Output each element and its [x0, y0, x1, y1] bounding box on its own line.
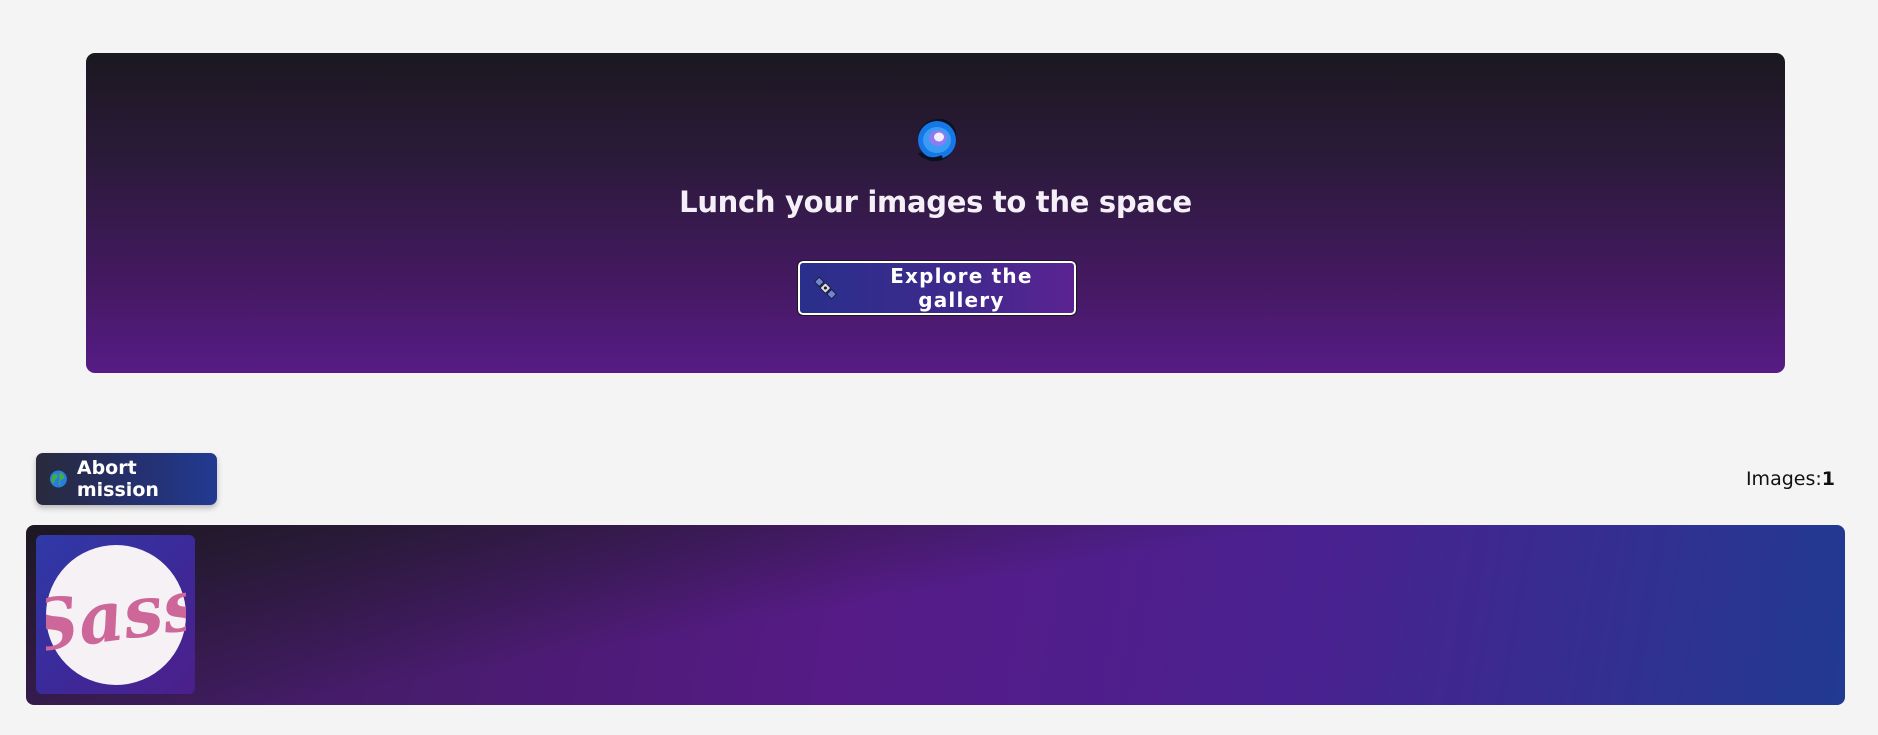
explore-gallery-label: Explore the gallery — [890, 264, 1033, 312]
images-count-value: 1 — [1821, 468, 1835, 490]
abort-mission-label: Abort mission — [76, 457, 159, 501]
image-gallery: Sass — [26, 525, 1845, 705]
satellite-icon — [814, 276, 837, 300]
sass-logo-image: Sass — [46, 545, 186, 685]
explore-gallery-button[interactable]: Explore the gallery — [797, 260, 1077, 316]
images-count-label: Images: — [1745, 468, 1822, 490]
gallery-thumbnail[interactable]: Sass — [36, 535, 195, 694]
hero-banner: Lunch your images to the space Explore t… — [86, 53, 1785, 373]
images-count: Images:1 — [1746, 468, 1835, 490]
globe-icon — [49, 470, 67, 488]
abort-mission-button[interactable]: Abort mission — [36, 453, 217, 505]
planet-ring-icon — [918, 119, 957, 162]
hero-title: Lunch your images to the space — [679, 185, 1192, 219]
